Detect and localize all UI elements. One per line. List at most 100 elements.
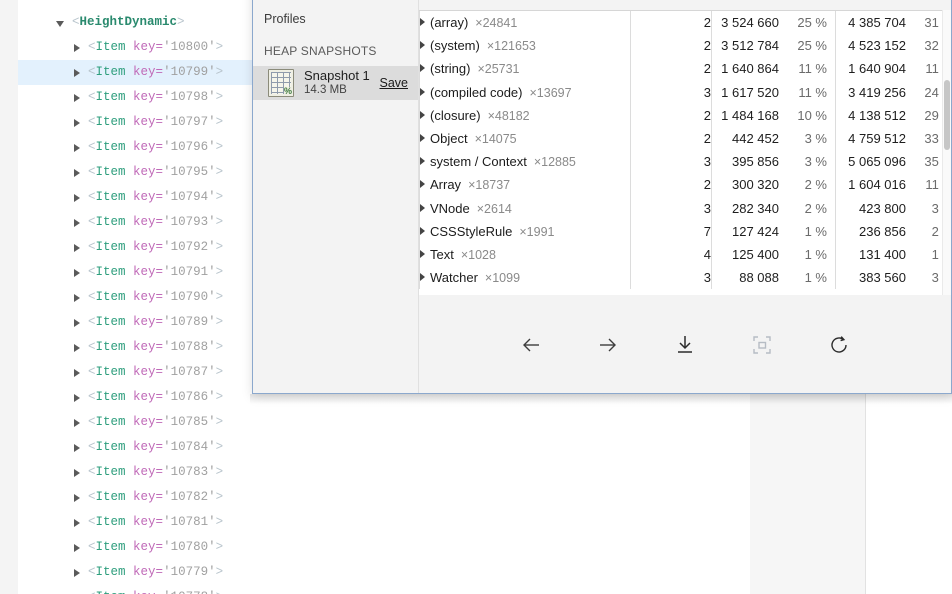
chevron-right-icon[interactable] xyxy=(74,143,80,152)
table-row[interactable]: Object ×14075 2 442 452 3 % 4 759 51233 % xyxy=(419,126,951,151)
cell-constructor[interactable]: Array ×18737 xyxy=(419,173,631,197)
expand-triangle-icon[interactable] xyxy=(420,249,425,258)
chevron-right-icon[interactable] xyxy=(74,418,80,427)
chevron-right-icon[interactable] xyxy=(74,568,80,577)
dom-tree-item-row[interactable]: < Item key= '10785' > xyxy=(18,410,252,435)
dom-item-tag-name: Item xyxy=(95,440,126,454)
expand-triangle-icon[interactable] xyxy=(420,18,425,27)
cell-constructor[interactable]: (closure) ×48182 xyxy=(419,103,631,127)
chevron-right-icon[interactable] xyxy=(74,443,80,452)
chevron-right-icon[interactable] xyxy=(74,493,80,502)
dom-tree-item-row[interactable]: < Item key= '10784' > xyxy=(18,435,252,460)
dom-tree-item-row[interactable]: < Item key= '10796' > xyxy=(18,135,252,160)
chevron-right-icon[interactable] xyxy=(74,318,80,327)
dom-tree-item-row[interactable]: < Item key= '10782' > xyxy=(18,485,252,510)
chevron-right-icon[interactable] xyxy=(74,118,80,127)
expand-triangle-icon[interactable] xyxy=(420,87,425,96)
table-row[interactable]: (closure) ×48182 2 1 484 168 10 % 4 138 512 29… xyxy=(419,103,951,127)
table-row[interactable]: (array) ×24841 2 3 524 660 25 % 4 385 70431 % xyxy=(419,11,951,35)
chevron-right-icon[interactable] xyxy=(74,68,80,77)
cell-constructor[interactable]: Object ×14075 xyxy=(419,126,631,151)
chevron-right-icon[interactable] xyxy=(74,93,80,102)
arrow-right-icon xyxy=(600,338,616,351)
table-row[interactable]: Watcher ×1099 3 88 088 1 % 383 5603 % xyxy=(419,266,951,290)
cell-constructor[interactable]: (system) ×121653 xyxy=(419,34,631,58)
chevron-right-icon[interactable] xyxy=(74,343,80,352)
chevron-right-icon[interactable] xyxy=(74,268,80,277)
dom-item-attr-value: '10789' xyxy=(163,315,216,329)
cell-constructor[interactable]: VNode ×2614 xyxy=(419,196,631,220)
dom-tree-item-row[interactable]: < Item key= '10789' > xyxy=(18,310,252,335)
dom-tree-item-row[interactable]: < Item key= '10791' > xyxy=(18,260,252,285)
dom-tree-item-row[interactable]: < Item key= '10786' > xyxy=(18,385,252,410)
dom-tree-item-row[interactable]: < Item key= '10787' > xyxy=(18,360,252,385)
table-row[interactable]: (system) ×121653 2 3 512 784 25 % 4 523 152 32… xyxy=(419,34,951,58)
dom-tree-item-row[interactable]: < Item key= '10779' > xyxy=(18,560,252,585)
dom-tree-item-row[interactable]: < Item key= '10795' > xyxy=(18,160,252,185)
dom-tree-item-row[interactable]: < Item key= '10781' > xyxy=(18,510,252,535)
cell-constructor[interactable]: system / Context ×12885 xyxy=(419,150,631,174)
cell-constructor[interactable]: (compiled code) ×13697 xyxy=(419,80,631,104)
dom-item-attr-name: key= xyxy=(133,540,164,554)
cell-constructor[interactable]: CSSStyleRule ×1991 xyxy=(419,219,631,243)
expand-triangle-icon[interactable] xyxy=(420,41,425,50)
back-button[interactable] xyxy=(516,330,546,360)
cell-constructor[interactable]: (string) ×25731 xyxy=(419,57,631,81)
chevron-right-icon[interactable] xyxy=(74,468,80,477)
dom-tree-item-row[interactable]: < Item key= '10788' > xyxy=(18,335,252,360)
heap-snapshot-icon: % xyxy=(268,69,294,97)
table-row[interactable]: VNode ×2614 3 282 340 2 % 423 8003 % xyxy=(419,196,951,220)
dom-tree-item-row[interactable]: < Item key= '10798' > xyxy=(18,85,252,110)
dom-tree-item-row[interactable]: < Item key= '10800' > xyxy=(18,35,252,60)
cell-retained-size: 4 523 15232 % xyxy=(835,34,951,58)
dom-tree-item-row[interactable]: < Item key= '10780' > xyxy=(18,535,252,560)
dom-tree[interactable]: < HeightDynamic > < Item key= '10800' > < Item … xyxy=(18,0,252,594)
chevron-right-icon[interactable] xyxy=(74,368,80,377)
dom-tree-item-row[interactable]: < Item key= '10797' > xyxy=(18,110,252,135)
save-snapshot-button[interactable] xyxy=(670,330,700,360)
dom-tree-item-row[interactable]: < Item key= '10793' > xyxy=(18,210,252,235)
expand-triangle-icon[interactable] xyxy=(420,180,425,189)
cell-constructor[interactable]: Text ×1028 xyxy=(419,242,631,267)
chevron-right-icon[interactable] xyxy=(74,193,80,202)
chevron-right-icon[interactable] xyxy=(74,518,80,527)
cell-constructor[interactable]: (array) ×24841 xyxy=(419,11,631,35)
chevron-right-icon[interactable] xyxy=(74,243,80,252)
table-row[interactable]: system / Context ×12885 3 395 856 3 % 5 065 0… xyxy=(419,150,951,174)
table-row[interactable]: CSSStyleRule ×1991 7 127 424 1 % 236 8562 % xyxy=(419,219,951,243)
chevron-right-icon[interactable] xyxy=(74,293,80,302)
chevron-down-icon[interactable] xyxy=(56,20,64,27)
dom-tree-root-row[interactable]: < HeightDynamic > xyxy=(18,10,252,35)
reload-button[interactable] xyxy=(824,330,854,360)
cell-constructor[interactable]: Watcher ×1099 xyxy=(419,266,631,290)
table-row[interactable]: (string) ×25731 2 1 640 864 11 % 1 640 904 11 … xyxy=(419,57,951,81)
table-row[interactable]: (compiled code) ×13697 3 1 617 520 11 % 3 419… xyxy=(419,80,951,104)
forward-button[interactable] xyxy=(593,330,623,360)
dom-tree-item-row[interactable]: < Item key= '10792' > xyxy=(18,235,252,260)
expand-triangle-icon[interactable] xyxy=(420,273,425,282)
expand-triangle-icon[interactable] xyxy=(420,203,425,212)
select-element-button[interactable] xyxy=(747,330,777,360)
expand-triangle-icon[interactable] xyxy=(420,157,425,166)
chevron-right-icon[interactable] xyxy=(74,218,80,227)
heap-table-scrollbar-thumb[interactable] xyxy=(944,80,950,150)
chevron-right-icon[interactable] xyxy=(74,43,80,52)
chevron-right-icon[interactable] xyxy=(74,168,80,177)
expand-triangle-icon[interactable] xyxy=(420,226,425,235)
dom-tree-item-row[interactable]: <Item key='10778'> xyxy=(18,585,252,594)
dom-tree-item-row[interactable]: < Item key= '10790' > xyxy=(18,285,252,310)
snapshot-list-item[interactable]: % Snapshot 1 14.3 MB Save xyxy=(253,66,418,100)
expand-triangle-icon[interactable] xyxy=(420,110,425,119)
dom-tree-item-row[interactable]: < Item key= '10799' > xyxy=(18,60,252,85)
expand-triangle-icon[interactable] xyxy=(420,134,425,143)
snapshot-save-link[interactable]: Save xyxy=(380,76,409,90)
chevron-right-icon[interactable] xyxy=(74,393,80,402)
chevron-right-icon[interactable] xyxy=(74,543,80,552)
angle-bracket-close: > xyxy=(215,365,224,379)
table-row[interactable]: Text ×1028 4 125 400 1 % 131 4001 % xyxy=(419,242,951,267)
table-row[interactable]: Array ×18737 2 300 320 2 % 1 604 01611 % xyxy=(419,173,951,197)
heap-table-scrollbar[interactable] xyxy=(942,10,951,295)
expand-triangle-icon[interactable] xyxy=(420,64,425,73)
dom-tree-item-row[interactable]: < Item key= '10783' > xyxy=(18,460,252,485)
dom-tree-item-row[interactable]: < Item key= '10794' > xyxy=(18,185,252,210)
